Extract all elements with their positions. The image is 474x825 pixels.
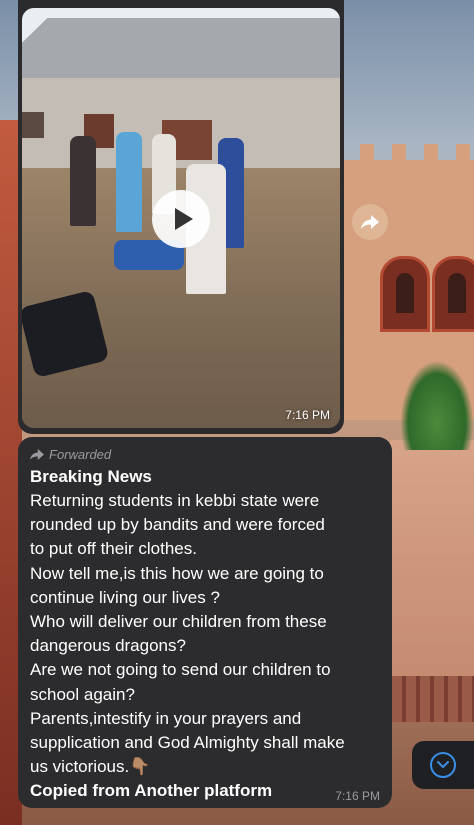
forwarded-label: Forwarded <box>49 446 112 462</box>
wallpaper-roof-tiles <box>392 676 474 722</box>
message-line: Parents,intestify in your prayers and <box>30 708 302 728</box>
forwarded-indicator: Forwarded <box>30 445 380 463</box>
message-line: us victorious.👇🏽 <box>30 757 151 777</box>
wallpaper-plant <box>400 360 474 450</box>
message-body: Returning students in kebbi state were r… <box>30 489 380 779</box>
video-scene-roof <box>22 18 340 80</box>
message-line: supplication and God Almighty shall make <box>30 733 345 753</box>
message-timestamp: 7:16 PM <box>335 789 380 803</box>
video-timestamp: 7:16 PM <box>285 408 330 422</box>
message-line: rounded up by bandits and were forced <box>30 515 325 535</box>
wallpaper-window <box>380 256 430 332</box>
video-scene-person <box>116 132 142 232</box>
wallpaper-crenel <box>456 144 470 162</box>
scroll-down-button[interactable] <box>412 741 474 789</box>
video-scene-person <box>70 136 96 226</box>
share-button[interactable] <box>352 204 388 240</box>
message-line: school again? <box>30 684 135 704</box>
wallpaper-crenel <box>360 144 374 162</box>
scroll-down-circle <box>430 752 456 778</box>
message-line: Who will deliver our children from these <box>30 612 327 632</box>
forward-arrow-icon <box>30 448 44 460</box>
wallpaper-crenel <box>424 144 438 162</box>
video-thumbnail[interactable]: 7:16 PM <box>22 8 340 428</box>
wallpaper-window <box>432 256 474 332</box>
message-line: Now tell me,is this how we are going to <box>30 563 324 583</box>
share-arrow-icon <box>361 215 379 229</box>
message-heading: Breaking News <box>30 467 152 486</box>
message-line: Returning students in kebbi state were <box>30 491 320 510</box>
play-button[interactable] <box>152 190 210 248</box>
message-line: dangerous dragons? <box>30 636 186 656</box>
message-line: Are we not going to send our children to <box>30 660 331 680</box>
video-scene-window <box>22 112 44 138</box>
play-icon <box>174 208 193 230</box>
message-footer: Copied from Another platform <box>30 781 273 801</box>
wallpaper-crenel <box>392 144 406 162</box>
wallpaper-lower-wall <box>390 440 474 680</box>
chevron-down-icon <box>437 761 449 768</box>
message-line: continue living our lives ? <box>30 587 220 607</box>
text-message-bubble[interactable]: Forwarded Breaking News Returning studen… <box>18 437 392 808</box>
message-line: to put off their clothes. <box>30 539 197 559</box>
